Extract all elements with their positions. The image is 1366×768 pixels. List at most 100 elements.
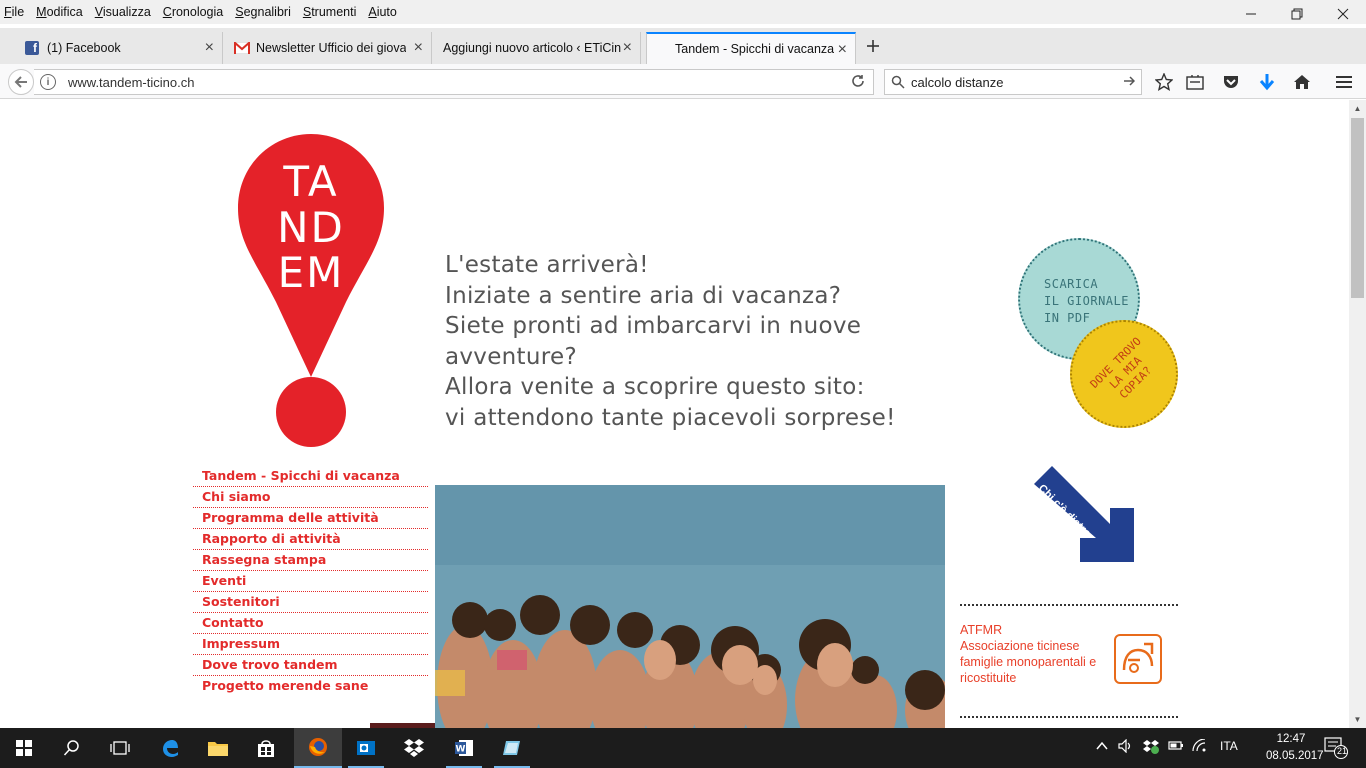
facebook-icon: f	[25, 41, 39, 55]
newspaper-circles: SCARICA IL GIORNALE IN PDF DOVE TROVO LA…	[1012, 234, 1182, 434]
store-icon	[258, 740, 274, 757]
navigation-toolbar: i www.tandem-ticino.ch calcolo distanze	[0, 64, 1366, 99]
intro-line: Siete pronti ad imbarcarvi in nuove	[445, 313, 862, 339]
logo-text-line: ND	[277, 203, 345, 252]
nav-item-dove-trovo[interactable]: Dove trovo tandem	[193, 655, 428, 676]
scroll-down-icon[interactable]: ▼	[1349, 711, 1366, 728]
task-view-button[interactable]	[96, 728, 144, 768]
pocket-icon[interactable]	[1221, 72, 1241, 92]
home-icon[interactable]	[1292, 72, 1312, 92]
tab-label: (1) Facebook	[47, 41, 121, 55]
file-explorer-taskbar-button[interactable]	[194, 728, 242, 768]
tab-newsletter[interactable]: Newsletter Ufficio dei giovani ×	[224, 32, 432, 64]
menu-visualizza[interactable]: Visualizza	[95, 5, 151, 19]
intro-line: L'estate arriverà!	[445, 252, 649, 278]
search-go-icon[interactable]	[1123, 74, 1136, 90]
tab-eticinforma[interactable]: Aggiungi nuovo articolo ‹ ETiCinforma ×	[433, 32, 641, 64]
divider	[960, 716, 1178, 718]
restore-button[interactable]	[1274, 0, 1320, 28]
nav-item-rassegna-stampa[interactable]: Rassegna stampa	[193, 550, 428, 571]
search-icon	[63, 740, 79, 756]
close-tab-icon[interactable]: ×	[838, 41, 847, 59]
firefox-taskbar-button[interactable]	[294, 728, 342, 768]
tab-label: Aggiungi nuovo articolo ‹ ETiCinforma	[443, 41, 621, 55]
show-hidden-icons[interactable]	[1096, 739, 1108, 754]
atfmr-link[interactable]: ATFMR Associazione ticinese famiglie mon…	[960, 606, 1178, 716]
library-icon[interactable]	[1185, 72, 1205, 92]
search-taskbar-button[interactable]	[48, 728, 96, 768]
nav-item-rapporto[interactable]: Rapporto di attività	[193, 529, 428, 550]
logo-text-line: TA	[282, 157, 338, 206]
atfmr-logo-icon	[1114, 634, 1162, 684]
page-scrollbar[interactable]: ▲ ▼	[1349, 100, 1366, 728]
nav-item-eventi[interactable]: Eventi	[193, 571, 428, 592]
tab-facebook[interactable]: f (1) Facebook ×	[15, 32, 223, 64]
edge-icon	[163, 740, 178, 757]
nav-item-impressum[interactable]: Impressum	[193, 634, 428, 655]
tab-label: Newsletter Ufficio dei giovani	[256, 41, 406, 55]
close-window-button[interactable]	[1320, 0, 1366, 28]
start-button[interactable]	[0, 728, 48, 768]
bookmark-star-icon[interactable]	[1154, 72, 1174, 92]
store-taskbar-button[interactable]	[242, 728, 290, 768]
edge-taskbar-button[interactable]	[146, 728, 194, 768]
wifi-icon[interactable]	[1192, 738, 1208, 756]
close-tab-icon[interactable]: ×	[414, 39, 423, 57]
close-tab-icon[interactable]: ×	[623, 39, 632, 57]
menu-modifica[interactable]: Modifica	[36, 5, 83, 19]
nav-item-programma[interactable]: Programma delle attività	[193, 508, 428, 529]
url-text[interactable]: www.tandem-ticino.ch	[68, 75, 194, 90]
dropbox-taskbar-button[interactable]	[390, 728, 438, 768]
search-input[interactable]: calcolo distanze	[911, 75, 1004, 90]
sidebar: ATFMR Associazione ticinese famiglie mon…	[960, 604, 1178, 718]
scrollbar-thumb[interactable]	[1351, 118, 1364, 298]
tandem-logo[interactable]: TA ND EM	[236, 132, 386, 447]
volume-icon[interactable]	[1118, 738, 1134, 756]
menu-bar: File Modifica Visualizza Cronologia Segn…	[0, 0, 1366, 24]
nav-item-chi-siamo[interactable]: Chi siamo	[193, 487, 428, 508]
menu-strumenti[interactable]: Strumenti	[303, 5, 357, 19]
info-icon[interactable]: i	[40, 74, 56, 90]
web-page: TA ND EM L'estate arriverà! Iniziate a s…	[0, 100, 1349, 728]
menu-file[interactable]: File	[4, 5, 24, 19]
nav-item-merende-sane[interactable]: Progetto merende sane	[193, 676, 428, 697]
where-to-find-copy-link[interactable]: DOVE TROVO LA MIA COPIA?	[1070, 320, 1178, 428]
word-icon: W	[455, 740, 473, 756]
notification-count: 21	[1336, 746, 1347, 756]
menu-aiuto[interactable]: Aiuto	[368, 5, 397, 19]
hamburger-menu-icon[interactable]	[1334, 72, 1354, 92]
language-indicator[interactable]: ITA	[1220, 739, 1238, 753]
word-taskbar-button[interactable]: W	[440, 728, 488, 768]
minimize-button[interactable]	[1228, 0, 1274, 28]
minimize-icon	[1246, 13, 1256, 15]
nav-item-contatto[interactable]: Contatto	[193, 613, 428, 634]
dropbox-icon	[404, 739, 424, 757]
svg-text:W: W	[456, 745, 466, 755]
back-button[interactable]	[8, 69, 34, 95]
url-bar[interactable]: i www.tandem-ticino.ch	[34, 69, 874, 95]
downloads-icon[interactable]	[1257, 72, 1277, 92]
menu-segnalibri[interactable]: Segnalibri	[235, 5, 291, 19]
clock[interactable]: 12:47 08.05.2017	[1266, 731, 1324, 765]
children-at-lake-photo	[435, 485, 945, 728]
scroll-up-icon[interactable]: ▲	[1349, 100, 1366, 117]
search-icon	[891, 75, 905, 89]
search-bar[interactable]: calcolo distanze	[884, 69, 1142, 95]
battery-icon[interactable]	[1168, 739, 1184, 754]
close-tab-icon[interactable]: ×	[205, 39, 214, 57]
app-taskbar-button[interactable]	[342, 728, 390, 768]
reload-icon[interactable]	[851, 74, 865, 92]
who-is-behind-tandem-link[interactable]: Chi c'è dietro Tandem?	[1030, 462, 1140, 564]
tab-tandem[interactable]: Tandem - Spicchi di vacanza ×	[646, 32, 856, 64]
dropbox-sync-icon[interactable]	[1142, 739, 1160, 758]
close-icon	[1337, 8, 1349, 20]
menu-cronologia[interactable]: Cronologia	[163, 5, 223, 19]
nav-item-sostenitori[interactable]: Sostenitori	[193, 592, 428, 613]
intro-line: avventure?	[445, 343, 577, 370]
circle-text-line: SCARICA	[1044, 277, 1099, 291]
circle-text-line: IL GIORNALE	[1044, 294, 1129, 308]
windows-taskbar: W ITA 12:47 08.05.2017 21	[0, 728, 1366, 768]
new-tab-button[interactable]	[862, 36, 884, 59]
notes-taskbar-button[interactable]	[488, 728, 536, 768]
nav-item-tandem[interactable]: Tandem - Spicchi di vacanza	[193, 466, 428, 487]
